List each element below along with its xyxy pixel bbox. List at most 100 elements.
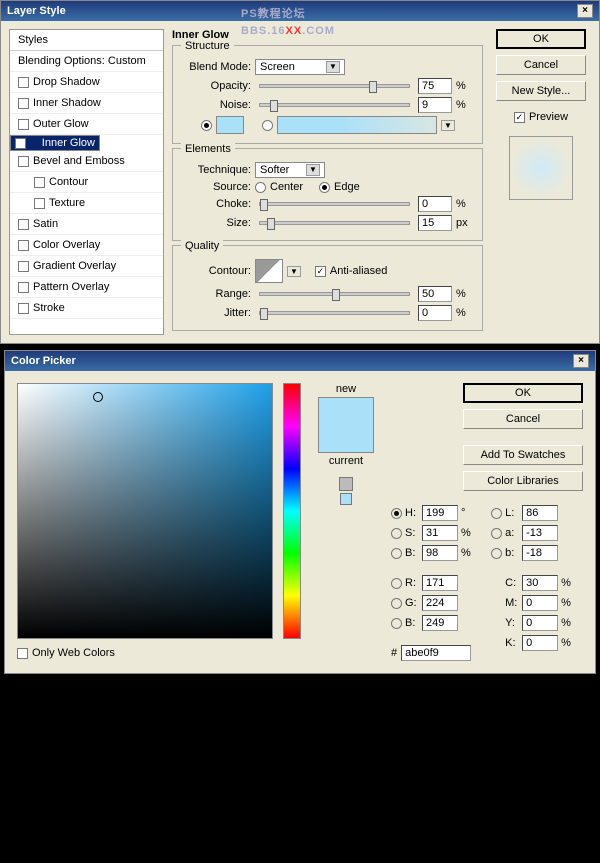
r-input[interactable]: 171: [422, 575, 458, 591]
bv-input[interactable]: 98: [422, 545, 458, 561]
layer-style-titlebar[interactable]: Layer Style PS教程论坛 BBS.16XX.COM ×: [1, 1, 599, 21]
structure-group: Structure Blend Mode: Screen▼ Opacity: 7…: [172, 45, 483, 144]
size-input[interactable]: 15: [418, 215, 452, 231]
m-input[interactable]: 0: [522, 595, 558, 611]
style-inner-glow[interactable]: ✓Inner Glow: [10, 135, 100, 151]
new-style-button[interactable]: New Style...: [496, 81, 586, 101]
style-inner-shadow[interactable]: Inner Shadow: [10, 93, 163, 114]
checkbox[interactable]: [18, 261, 29, 272]
color-field[interactable]: [17, 383, 273, 639]
range-input[interactable]: 50: [418, 286, 452, 302]
choke-slider[interactable]: [259, 202, 410, 206]
gradient-radio[interactable]: [262, 120, 273, 131]
style-gradient-overlay[interactable]: Gradient Overlay: [10, 256, 163, 277]
y-input[interactable]: 0: [522, 615, 558, 631]
quality-group: Quality Contour: ▼ ✓ Anti-aliased Range:…: [172, 245, 483, 331]
l-input[interactable]: 86: [522, 505, 558, 521]
g-input[interactable]: 224: [422, 595, 458, 611]
l-radio[interactable]: [491, 508, 502, 519]
checkbox[interactable]: [18, 240, 29, 251]
checkbox[interactable]: ✓: [15, 138, 26, 149]
jitter-input[interactable]: 0: [418, 305, 452, 321]
jitter-slider[interactable]: [259, 311, 410, 315]
elements-group: Elements Technique: Softer▼ Source: Cent…: [172, 148, 483, 241]
glow-gradient[interactable]: [277, 116, 437, 134]
style-color-overlay[interactable]: Color Overlay: [10, 235, 163, 256]
color-libraries-button[interactable]: Color Libraries: [463, 471, 583, 491]
a-input[interactable]: -13: [522, 525, 558, 541]
c-input[interactable]: 30: [522, 575, 558, 591]
layer-style-title: Layer Style: [7, 5, 66, 17]
h-input[interactable]: 199: [422, 505, 458, 521]
lb-radio[interactable]: [491, 548, 502, 559]
ok-button[interactable]: OK: [496, 29, 586, 49]
style-satin[interactable]: Satin: [10, 214, 163, 235]
k-input[interactable]: 0: [522, 635, 558, 651]
b-radio[interactable]: [391, 548, 402, 559]
ok-button[interactable]: OK: [463, 383, 583, 403]
color-radio[interactable]: [201, 120, 212, 131]
color-picker-title: Color Picker: [11, 355, 76, 367]
color-picker-titlebar[interactable]: Color Picker ×: [5, 351, 595, 371]
bc-input[interactable]: 249: [422, 615, 458, 631]
s-input[interactable]: 31: [422, 525, 458, 541]
dialog-buttons: OK Cancel New Style... ✓Preview: [491, 29, 591, 335]
style-pattern-overlay[interactable]: Pattern Overlay: [10, 277, 163, 298]
checkbox[interactable]: [18, 77, 29, 88]
chevron-down-icon[interactable]: ▼: [441, 120, 455, 131]
range-slider[interactable]: [259, 292, 410, 296]
technique-select[interactable]: Softer▼: [255, 162, 325, 178]
style-contour[interactable]: Contour: [10, 172, 163, 193]
h-radio[interactable]: [391, 508, 402, 519]
chevron-down-icon: ▼: [326, 61, 340, 73]
r-radio[interactable]: [391, 578, 402, 589]
add-swatch-button[interactable]: Add To Swatches: [463, 445, 583, 465]
chevron-down-icon: ▼: [306, 164, 320, 176]
close-icon[interactable]: ×: [577, 4, 593, 18]
checkbox[interactable]: [18, 219, 29, 230]
style-stroke[interactable]: Stroke: [10, 298, 163, 319]
styles-header[interactable]: Styles: [10, 30, 163, 51]
checkbox[interactable]: [18, 303, 29, 314]
cancel-button[interactable]: Cancel: [463, 409, 583, 429]
bc-radio[interactable]: [391, 618, 402, 629]
style-drop-shadow[interactable]: Drop Shadow: [10, 72, 163, 93]
checkbox[interactable]: [18, 119, 29, 130]
opacity-slider[interactable]: [259, 84, 410, 88]
blending-options[interactable]: Blending Options: Custom: [10, 51, 163, 72]
choke-input[interactable]: 0: [418, 196, 452, 212]
chevron-down-icon[interactable]: ▼: [287, 266, 301, 277]
glow-color-swatch[interactable]: [216, 116, 244, 134]
anti-aliased-checkbox[interactable]: ✓: [315, 266, 326, 277]
new-current-swatch[interactable]: [318, 397, 374, 453]
style-texture[interactable]: Texture: [10, 193, 163, 214]
style-outer-glow[interactable]: Outer Glow: [10, 114, 163, 135]
gamut-warning-icon[interactable]: [339, 477, 353, 491]
checkbox[interactable]: [34, 177, 45, 188]
preview-checkbox[interactable]: ✓: [514, 112, 525, 123]
websafe-swatch[interactable]: [340, 493, 352, 505]
source-center-radio[interactable]: [255, 182, 266, 193]
checkbox[interactable]: [18, 98, 29, 109]
a-radio[interactable]: [491, 528, 502, 539]
lb-input[interactable]: -18: [522, 545, 558, 561]
opacity-input[interactable]: 75: [418, 78, 452, 94]
only-web-checkbox[interactable]: [17, 648, 28, 659]
styles-list: Styles Blending Options: Custom Drop Sha…: [9, 29, 164, 335]
blend-mode-select[interactable]: Screen▼: [255, 59, 345, 75]
source-edge-radio[interactable]: [319, 182, 330, 193]
noise-input[interactable]: 9: [418, 97, 452, 113]
style-bevel[interactable]: Bevel and Emboss: [10, 151, 163, 172]
hue-slider[interactable]: [283, 383, 301, 639]
hex-input[interactable]: abe0f9: [401, 645, 471, 661]
checkbox[interactable]: [18, 282, 29, 293]
contour-picker[interactable]: [255, 259, 283, 283]
checkbox[interactable]: [18, 156, 29, 167]
g-radio[interactable]: [391, 598, 402, 609]
cancel-button[interactable]: Cancel: [496, 55, 586, 75]
close-icon[interactable]: ×: [573, 354, 589, 368]
checkbox[interactable]: [34, 198, 45, 209]
size-slider[interactable]: [259, 221, 410, 225]
noise-slider[interactable]: [259, 103, 410, 107]
s-radio[interactable]: [391, 528, 402, 539]
